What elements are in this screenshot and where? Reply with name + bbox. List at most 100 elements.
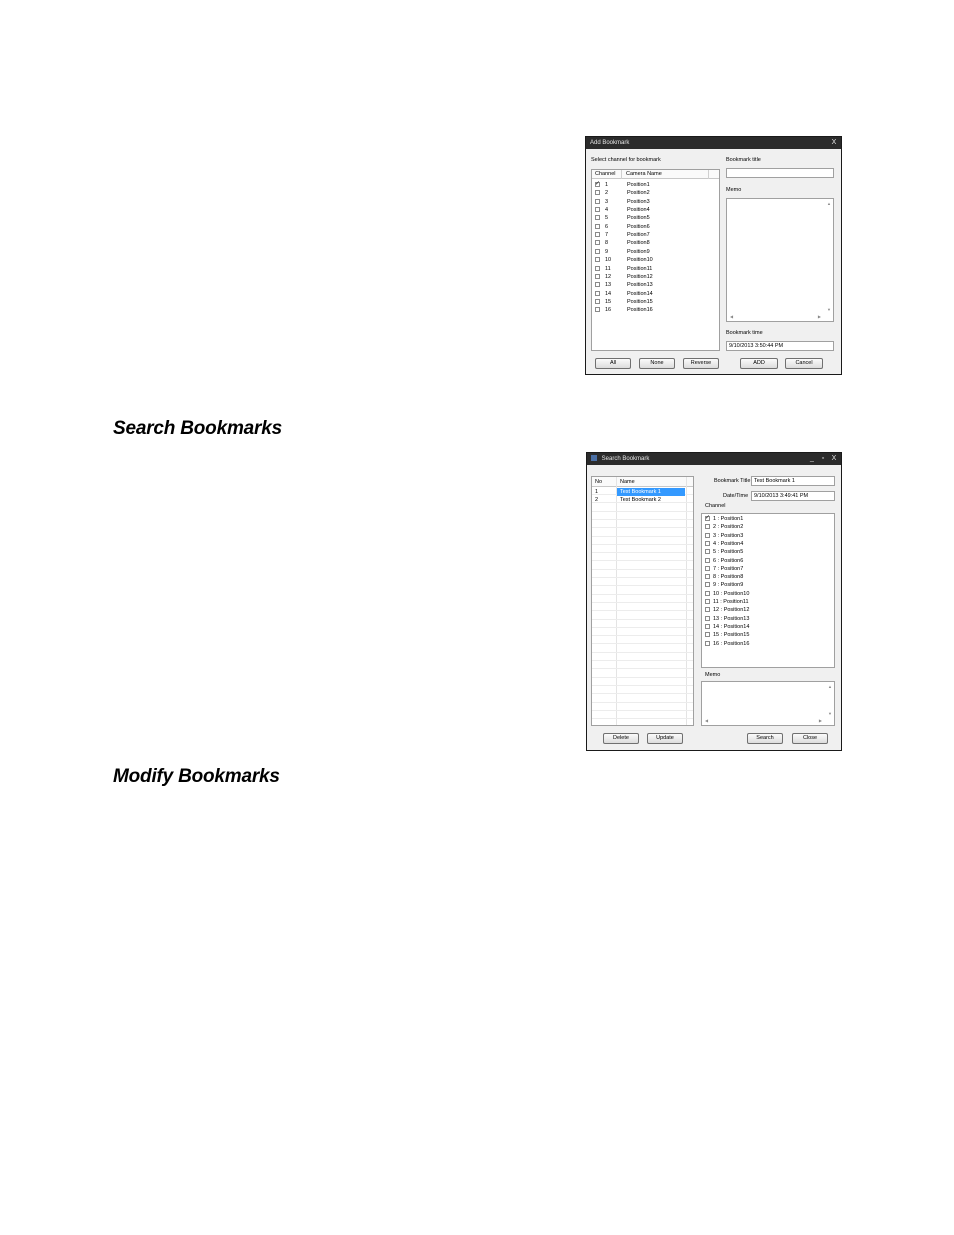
column-header-camera-name[interactable]: Camera Name <box>626 171 662 177</box>
close-icon[interactable]: X <box>829 137 839 149</box>
bookmark-time-input[interactable]: 9/10/2013 3:50:44 PM <box>726 341 834 351</box>
close-icon[interactable]: X <box>829 453 839 465</box>
channel-check-item[interactable]: 2 : Position2 <box>705 523 743 531</box>
channel-checkbox[interactable] <box>705 532 710 538</box>
channel-checkbox[interactable] <box>595 265 600 271</box>
bookmark-title-input[interactable]: Test Bookmark 1 <box>751 476 835 486</box>
channel-checkbox[interactable] <box>595 290 600 296</box>
cancel-button[interactable]: Cancel <box>785 358 823 369</box>
channel-checkbox[interactable] <box>705 640 710 646</box>
channel-checkbox[interactable] <box>705 574 710 580</box>
channel-checkbox[interactable] <box>595 198 600 204</box>
channel-checkbox[interactable] <box>595 180 600 188</box>
channel-row[interactable]: 14 Position14 <box>595 290 653 298</box>
channel-checkbox[interactable] <box>595 273 600 279</box>
channel-row[interactable]: 8 Position8 <box>595 239 650 247</box>
search-bookmark-titlebar[interactable]: Search Bookmark _ ▫ X <box>587 453 841 465</box>
channel-check-item[interactable]: 10 : Position10 <box>705 590 749 598</box>
channel-checkbox[interactable] <box>705 514 710 522</box>
scroll-up-icon[interactable]: ▲ <box>827 201 831 206</box>
channel-row[interactable]: 4 Position4 <box>595 206 650 214</box>
search-button[interactable]: Search <box>747 733 783 744</box>
channel-checkbox[interactable] <box>595 207 600 213</box>
channel-row[interactable]: 9 Position9 <box>595 248 650 256</box>
channel-check-item[interactable]: 13 : Position13 <box>705 615 749 623</box>
channel-checkbox[interactable] <box>595 240 600 246</box>
bookmark-title-input[interactable] <box>726 168 834 178</box>
scroll-right-icon[interactable]: ▶ <box>819 718 822 723</box>
table-row[interactable]: 1 Test Bookmark 1 <box>593 488 685 496</box>
channel-list[interactable]: Channel Camera Name 1Position12Position2… <box>591 169 720 351</box>
channel-check-item[interactable]: 6 : Position6 <box>705 557 743 565</box>
channel-checkbox[interactable] <box>705 582 710 588</box>
channel-checkbox[interactable] <box>705 599 710 605</box>
channel-checkbox[interactable] <box>705 615 710 621</box>
channel-row[interactable]: 12 Position12 <box>595 273 653 281</box>
channel-checkbox[interactable] <box>595 248 600 254</box>
channel-checkbox[interactable] <box>595 257 600 263</box>
channel-checkbox[interactable] <box>595 190 600 196</box>
add-button[interactable]: ADD <box>740 358 778 369</box>
table-row[interactable]: 2 Test Bookmark 2 <box>593 496 685 504</box>
reverse-button[interactable]: Reverse <box>683 358 719 369</box>
channel-check-item[interactable]: 5 : Position5 <box>705 548 743 556</box>
channel-checkbox[interactable] <box>705 632 710 638</box>
close-button[interactable]: Close <box>792 733 828 744</box>
minimize-icon[interactable]: _ <box>807 453 817 465</box>
channel-checkbox[interactable] <box>595 298 600 304</box>
channel-row[interactable]: 7 Position7 <box>595 231 650 239</box>
channel-row[interactable]: 1 Position1 <box>595 180 650 189</box>
scroll-right-icon[interactable]: ▶ <box>818 314 821 319</box>
memo-textarea[interactable]: ▲ ▼ ◀ ▶ <box>701 681 835 726</box>
channel-check-item[interactable]: 12 : Position12 <box>705 606 749 614</box>
channel-row[interactable]: 5 Position5 <box>595 214 650 222</box>
channel-checkbox[interactable] <box>705 557 710 563</box>
channel-check-item[interactable]: 11 : Position11 <box>705 598 749 606</box>
channel-checkbox[interactable] <box>705 524 710 530</box>
channel-checkbox[interactable] <box>595 232 600 238</box>
scroll-down-icon[interactable]: ▼ <box>828 711 832 716</box>
channel-row[interactable]: 2 Position2 <box>595 189 650 197</box>
scroll-down-icon[interactable]: ▼ <box>827 307 831 312</box>
add-bookmark-titlebar[interactable]: Add Bookmark X <box>586 137 841 149</box>
column-header-no[interactable]: No <box>595 479 602 485</box>
channel-check-item[interactable]: 7 : Position7 <box>705 565 743 573</box>
channel-checkbox[interactable] <box>705 607 710 613</box>
channel-check-item[interactable]: 8 : Position8 <box>705 573 743 581</box>
datetime-input[interactable]: 9/10/2013 3:49:41 PM <box>751 491 835 501</box>
channel-checkbox[interactable] <box>595 215 600 221</box>
channel-checkbox[interactable] <box>595 223 600 229</box>
memo-textarea[interactable]: ▲ ▼ ◀ ▶ <box>726 198 834 322</box>
channel-check-item[interactable]: 3 : Position3 <box>705 532 743 540</box>
channel-checkbox[interactable] <box>705 590 710 596</box>
column-header-name[interactable]: Name <box>620 479 635 485</box>
channel-row[interactable]: 3 Position3 <box>595 198 650 206</box>
scroll-left-icon[interactable]: ◀ <box>705 718 708 723</box>
none-button[interactable]: None <box>639 358 675 369</box>
channel-check-item[interactable]: 16 : Position16 <box>705 640 749 648</box>
channel-row[interactable]: 15 Position15 <box>595 298 653 306</box>
channel-row[interactable]: 6 Position6 <box>595 223 650 231</box>
channel-checkbox[interactable] <box>595 282 600 288</box>
maximize-icon[interactable]: ▫ <box>818 453 828 465</box>
channel-checkbox[interactable] <box>705 565 710 571</box>
column-header-channel[interactable]: Channel <box>595 171 616 177</box>
bookmark-list[interactable]: No Name 1 Test Bookmark 1 2 Test Bookmark 2 <box>591 476 694 726</box>
channel-check-item[interactable]: 1 : Position1 <box>705 514 743 523</box>
update-button[interactable]: Update <box>647 733 683 744</box>
channel-checkbox[interactable] <box>705 623 710 629</box>
channel-row[interactable]: 13 Position13 <box>595 281 653 289</box>
channel-check-item[interactable]: 15 : Position15 <box>705 631 749 639</box>
delete-button[interactable]: Delete <box>603 733 639 744</box>
channel-check-item[interactable]: 14 : Position14 <box>705 623 749 631</box>
channel-checkbox[interactable] <box>595 307 600 313</box>
channel-check-item[interactable]: 4 : Position4 <box>705 540 743 548</box>
channel-checkbox[interactable] <box>705 549 710 555</box>
channel-checklist[interactable]: 1 : Position1 2 : Position23 : Position34… <box>701 513 835 668</box>
channel-row[interactable]: 16 Position16 <box>595 306 653 314</box>
channel-row[interactable]: 11 Position11 <box>595 265 652 273</box>
channel-row[interactable]: 10 Position10 <box>595 256 653 264</box>
scroll-up-icon[interactable]: ▲ <box>828 684 832 689</box>
channel-check-item[interactable]: 9 : Position9 <box>705 581 743 589</box>
channel-checkbox[interactable] <box>705 540 710 546</box>
